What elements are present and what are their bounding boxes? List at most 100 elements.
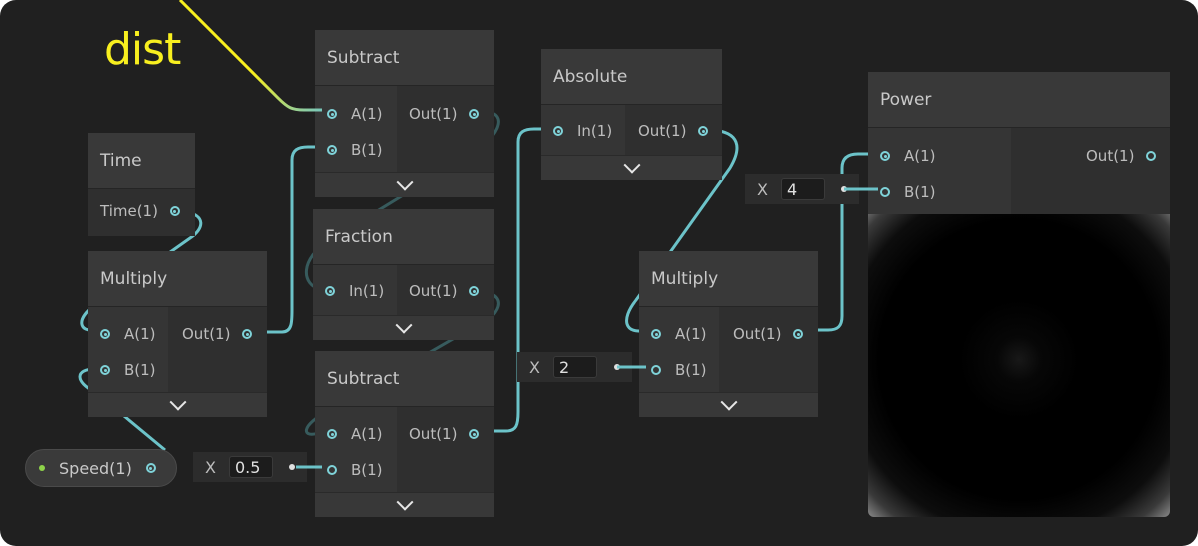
port-b[interactable]: B(1) [327,140,383,160]
connector-dot [289,464,295,470]
port-in-icon[interactable] [325,286,335,296]
port-out-icon[interactable] [469,286,480,296]
collapse-toggle[interactable] [639,392,818,417]
value-input-sub-b[interactable]: X 0.5 [193,452,307,482]
port-a[interactable]: A(1) [327,104,383,124]
chevron-down-icon [623,156,640,174]
port-out-label: Out(1) [638,122,687,140]
port-out-icon[interactable] [469,109,480,119]
port-a-icon[interactable] [100,329,110,339]
port-a-label: A(1) [675,325,707,343]
node-title: Fraction [313,209,494,265]
connector-dot [841,186,847,192]
port-out-label: Out(1) [409,282,458,300]
port-b[interactable]: B(1) [327,460,383,480]
node-subtract-top[interactable]: Subtract A(1) B(1) Out(1) [315,30,494,197]
port-b[interactable]: B(1) [100,360,156,380]
value-field[interactable]: 0.5 [229,456,273,478]
port-b-icon[interactable] [880,187,890,197]
value-field[interactable]: 2 [553,356,597,378]
node-multiply-right[interactable]: Multiply A(1) B(1) Out(1) [639,251,818,417]
node-fraction[interactable]: Fraction In(1) Out(1) [313,209,494,340]
collapse-toggle[interactable] [88,392,267,417]
annotation-dist: dist [104,24,181,75]
port-b-icon[interactable] [327,145,337,155]
port-a-label: A(1) [351,105,383,123]
node-title: Multiply [639,251,818,307]
port-out[interactable]: Out(1) [182,324,253,344]
port-out-label: Time(1) [100,202,158,220]
port-in[interactable]: In(1) [325,281,384,301]
property-indicator-icon [39,465,45,471]
node-absolute[interactable]: Absolute In(1) Out(1) [541,49,722,180]
port-out-label: Out(1) [409,105,458,123]
port-out-icon[interactable] [169,206,180,216]
port-a-icon[interactable] [651,329,661,339]
port-b[interactable]: B(1) [880,182,936,202]
port-in-label: In(1) [349,282,385,300]
node-title: Subtract [315,351,494,407]
port-out[interactable]: Out(1) [409,104,480,124]
port-out-icon[interactable] [469,429,480,439]
node-title: Power [868,72,1170,128]
node-title: Subtract [315,30,494,86]
port-out[interactable]: Time(1) [100,201,180,221]
property-speed[interactable]: Speed(1) [25,449,177,487]
port-a[interactable]: A(1) [880,146,936,166]
value-label: X [757,179,768,199]
chevron-down-icon [720,393,737,411]
node-subtract-bottom[interactable]: Subtract A(1) B(1) Out(1) [315,351,494,517]
port-in[interactable]: In(1) [553,121,612,141]
property-label: Speed(1) [59,458,132,478]
port-a-icon[interactable] [327,109,337,119]
port-b-label: B(1) [675,361,707,379]
value-label: X [205,457,216,477]
collapse-toggle[interactable] [541,155,722,180]
chevron-down-icon [395,316,412,334]
port-a[interactable]: A(1) [651,324,707,344]
port-out[interactable]: Out(1) [638,121,709,141]
port-b-label: B(1) [124,361,156,379]
value-label: X [529,357,540,377]
port-b-icon[interactable] [100,365,110,375]
value-input-pow-b[interactable]: X 4 [745,174,859,204]
port-out-icon[interactable] [698,126,709,136]
port-a-icon[interactable] [880,151,890,161]
graph-canvas[interactable]: dist Subtract A(1) B(1) Out(1) Time Time… [0,0,1198,546]
port-out-label: Out(1) [1086,147,1135,165]
node-title: Time [88,133,195,189]
collapse-toggle[interactable] [315,172,494,197]
wire-dist-to-subtract-top-a [178,0,322,112]
node-title: Multiply [88,251,267,307]
port-out-label: Out(1) [409,425,458,443]
port-out[interactable]: Out(1) [1086,146,1157,166]
port-a[interactable]: A(1) [100,324,156,344]
port-a[interactable]: A(1) [327,424,383,444]
value-input-mul-b[interactable]: X 2 [517,352,632,382]
port-out-icon[interactable] [242,329,253,339]
port-a-label: A(1) [904,147,936,165]
node-time[interactable]: Time Time(1) [88,133,195,236]
port-b-icon[interactable] [327,465,337,475]
port-b-icon[interactable] [651,365,661,375]
connector-dot [614,364,620,370]
power-preview-image [868,214,1170,517]
port-out[interactable]: Out(1) [733,324,804,344]
port-b[interactable]: B(1) [651,360,707,380]
collapse-toggle[interactable] [315,492,494,517]
port-out[interactable]: Out(1) [409,281,480,301]
port-out[interactable]: Out(1) [409,424,480,444]
port-out-icon[interactable] [793,329,804,339]
port-out-icon[interactable] [1146,151,1157,161]
port-b-label: B(1) [351,461,383,479]
collapse-toggle[interactable] [313,315,494,340]
port-a-label: A(1) [351,425,383,443]
port-a-icon[interactable] [327,429,337,439]
port-out-label: Out(1) [733,325,782,343]
value-field[interactable]: 4 [781,178,825,200]
chevron-down-icon [169,393,186,411]
port-in-icon[interactable] [553,126,563,136]
property-out-icon[interactable] [145,463,156,473]
node-multiply-left[interactable]: Multiply A(1) B(1) Out(1) [88,251,267,417]
port-a-label: A(1) [124,325,156,343]
